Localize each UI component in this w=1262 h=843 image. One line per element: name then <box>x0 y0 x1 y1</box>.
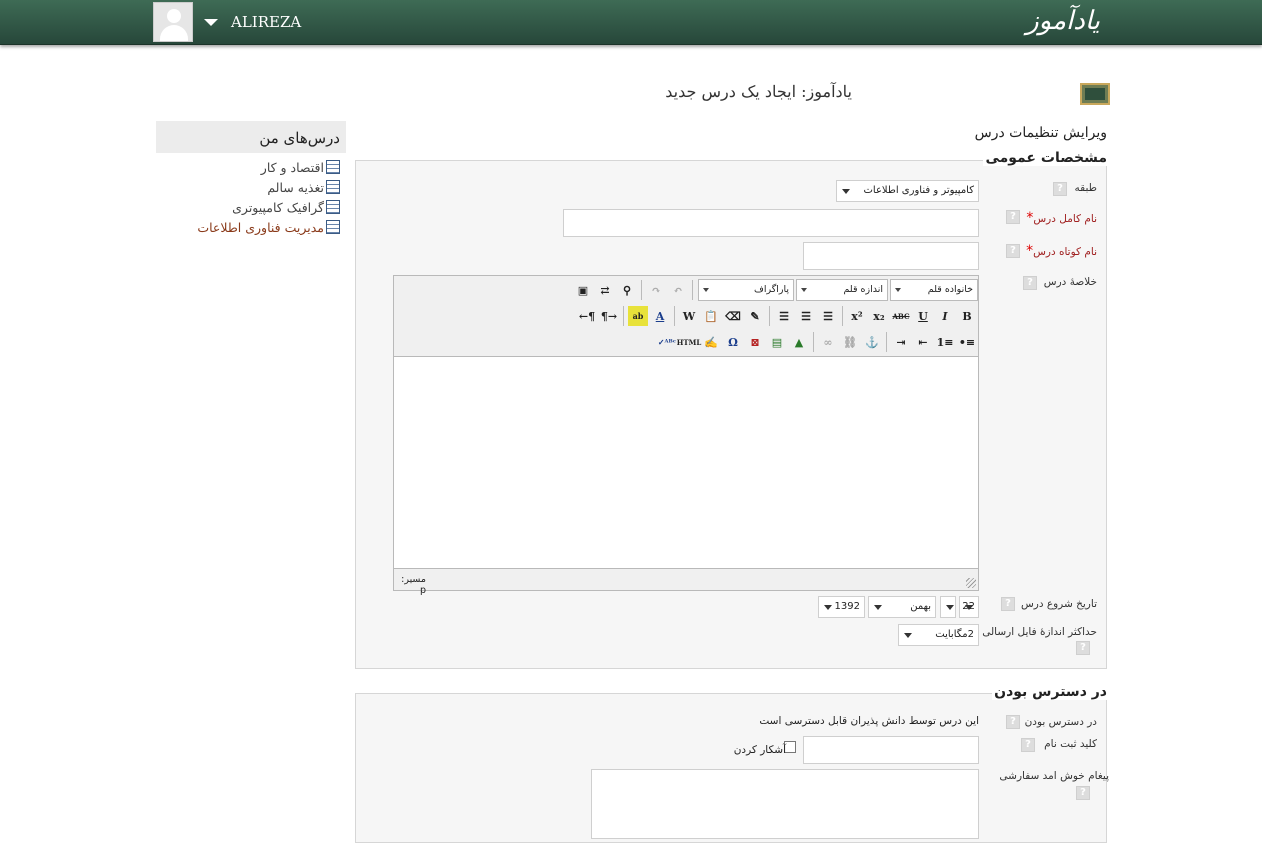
cleanup-icon[interactable]: ✎ <box>745 306 765 326</box>
undo-icon[interactable]: ↶ <box>668 280 688 300</box>
welcome-textarea[interactable] <box>591 769 979 839</box>
blackboard-icon <box>1080 83 1110 105</box>
course-icon <box>326 200 340 214</box>
availability-legend: در دسترس بودن <box>992 684 1107 700</box>
unmask-label: آشکار کردن <box>733 744 786 756</box>
superscript-icon[interactable]: x² <box>847 306 867 326</box>
subscript-icon[interactable]: x₂ <box>869 306 889 326</box>
ltr-icon[interactable]: ¶→ <box>599 306 619 326</box>
help-icon[interactable]: ? <box>1053 182 1067 196</box>
my-courses-title: درس‌های من <box>156 121 346 153</box>
special-char-icon[interactable]: Ω <box>723 332 743 352</box>
background-color-icon[interactable]: ab <box>628 306 648 326</box>
indent-icon[interactable]: ⇥ <box>891 332 911 352</box>
summary-label: خلاصهٔ درس <box>1043 276 1097 288</box>
page-title: یادآموز: ایجاد یک درس جدید <box>665 82 852 101</box>
start-day-dropdown[interactable] <box>940 596 956 618</box>
bullet-list-icon[interactable]: •≡ <box>957 332 977 352</box>
editor-content[interactable] <box>394 356 978 569</box>
start-day-select[interactable]: 22 <box>959 596 979 618</box>
help-icon[interactable]: ? <box>1001 597 1015 611</box>
editor-toolbar-row-1: خانواده قلم اندازه قلم پاراگراف ↶ ↷ ⚲ ⇄ … <box>572 278 978 302</box>
nolink-icon[interactable]: ⊠ <box>745 332 765 352</box>
spellcheck-icon[interactable]: ✓ᴬᴮᶜ <box>657 332 677 352</box>
help-icon[interactable]: ? <box>1076 786 1090 800</box>
help-icon[interactable]: ? <box>1006 715 1020 729</box>
help-icon[interactable]: ? <box>1021 738 1035 752</box>
editor-path: مسیر: p <box>401 574 426 596</box>
align-center-icon[interactable]: ☰ <box>796 306 816 326</box>
find-icon[interactable]: ⚲ <box>617 280 637 300</box>
help-icon[interactable]: ? <box>1006 244 1020 258</box>
enrolkey-input[interactable] <box>803 736 979 764</box>
align-right-icon[interactable]: ☰ <box>774 306 794 326</box>
course-icon <box>326 220 340 234</box>
username[interactable]: ALIREZA <box>231 13 301 31</box>
visible-value: این درس توسط دانش پذیران قابل دسترسی است <box>759 715 979 727</box>
link-icon[interactable]: ∞ <box>818 332 838 352</box>
outdent-icon[interactable]: ⇤ <box>913 332 933 352</box>
underline-icon[interactable]: U <box>913 306 933 326</box>
editor-toolbar-row-3: •≡ 1≡ ⇤ ⇥ ⚓ ⛓ ∞ ▲ ▤ ⊠ Ω ✍ HTML ✓ᴬᴮᶜ <box>656 330 978 354</box>
category-select[interactable]: کامپیوتر و فناوری اطلاعات <box>836 180 979 202</box>
course-link[interactable]: گرافیک کامپیوتری <box>156 197 346 217</box>
font-size-select[interactable]: اندازه قلم <box>796 279 888 301</box>
enrolkey-label: کلید ثبت نام <box>1044 738 1097 750</box>
media-icon[interactable]: ▤ <box>767 332 787 352</box>
course-link[interactable]: تغذیه سالم <box>156 177 346 197</box>
summary-editor: خانواده قلم اندازه قلم پاراگراف ↶ ↷ ⚲ ⇄ … <box>393 275 979 596</box>
unlink-icon[interactable]: ⛓ <box>840 332 860 352</box>
font-family-select[interactable]: خانواده قلم <box>890 279 978 301</box>
course-icon <box>326 180 340 194</box>
start-year-select[interactable]: 1392 <box>818 596 865 618</box>
resize-handle-icon[interactable] <box>966 578 976 588</box>
visible-label: در دسترس بودن <box>1024 716 1097 728</box>
html-icon[interactable]: HTML <box>677 332 702 352</box>
editor-toolbar-row-2: B I U ABC x₂ x² ☰ ☰ ☰ ✎ ⌫ 📋 W A ab ¶→ ←¶ <box>576 304 978 328</box>
course-icon <box>326 160 340 174</box>
anchor-icon[interactable]: ⚓ <box>862 332 882 352</box>
fullscreen-icon[interactable]: ▣ <box>573 280 593 300</box>
course-link[interactable]: مدیریت فناوری اطلاعات <box>156 217 346 237</box>
image-icon[interactable]: ▲ <box>789 332 809 352</box>
rtl-icon[interactable]: ←¶ <box>577 306 597 326</box>
text-color-icon[interactable]: A <box>650 306 670 326</box>
strikethrough-icon[interactable]: ABC <box>891 306 911 326</box>
paragraph-select[interactable]: پاراگراف <box>698 279 794 301</box>
help-icon[interactable]: ? <box>1023 276 1037 290</box>
redo-icon[interactable]: ↷ <box>646 280 666 300</box>
start-date-label: تاریخ شروع درس <box>1020 598 1097 610</box>
number-list-icon[interactable]: 1≡ <box>935 332 955 352</box>
replace-icon[interactable]: ⇄ <box>595 280 615 300</box>
page-subtitle: ویرایش تنظیمات درس <box>974 125 1107 141</box>
paste-text-icon[interactable]: 📋 <box>701 306 721 326</box>
fullname-input[interactable] <box>563 209 979 237</box>
help-icon[interactable]: ? <box>1006 210 1020 224</box>
category-label: طبقه <box>1074 182 1097 194</box>
maxbytes-select[interactable]: 2مگابایت <box>898 624 979 646</box>
top-navbar: ALIREZA یادآموز <box>0 0 1262 45</box>
shortname-input[interactable] <box>803 242 979 270</box>
user-menu-caret-icon[interactable] <box>204 19 218 26</box>
my-courses-block: درس‌های من اقتصاد و کار تغذیه سالم گرافی… <box>156 121 346 237</box>
fullname-label: نام کامل درس* <box>1026 210 1097 226</box>
help-icon[interactable]: ? <box>1076 641 1090 655</box>
eraser-icon[interactable]: ⌫ <box>723 306 743 326</box>
edit-icon[interactable]: ✍ <box>701 332 721 352</box>
italic-icon[interactable]: I <box>935 306 955 326</box>
bold-icon[interactable]: B <box>957 306 977 326</box>
course-link[interactable]: اقتصاد و کار <box>156 157 346 177</box>
align-left-icon[interactable]: ☰ <box>818 306 838 326</box>
site-logo[interactable]: یادآموز <box>1026 6 1100 36</box>
maxbytes-label: حداکثر اندازهٔ فایل ارسالی <box>982 626 1097 638</box>
avatar[interactable] <box>153 2 193 42</box>
start-month-select[interactable]: بهمن <box>868 596 936 618</box>
general-legend: مشخصات عمومی <box>983 150 1107 166</box>
paste-word-icon[interactable]: W <box>679 306 699 326</box>
shortname-label: نام کوتاه درس* <box>1026 243 1097 259</box>
welcome-label: پیغام خوش امد سفارشی <box>999 770 1109 782</box>
